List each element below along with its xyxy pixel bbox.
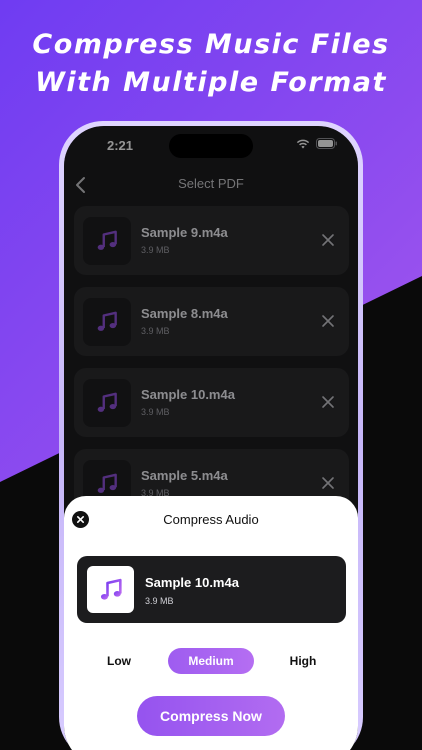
selected-file-size: 3.9 MB (145, 596, 174, 606)
music-note-icon (100, 578, 122, 600)
quality-option-low[interactable]: Low (94, 648, 144, 674)
compress-now-button[interactable]: Compress Now (137, 696, 285, 736)
compress-audio-sheet: Compress Audio Sample 10.m4a 3.9 MB Low … (64, 496, 358, 750)
quality-selector: Low Medium High (64, 648, 358, 674)
headline-line-1: Compress Music Files (32, 29, 390, 60)
headline-line-2: With Multiple Format (35, 67, 387, 98)
phone-screen: 2:21 Select PDF Sample 9.m4a 3.9 MB Samp… (64, 126, 358, 750)
quality-option-medium[interactable]: Medium (168, 648, 254, 674)
sheet-title: Compress Audio (163, 512, 259, 527)
selected-file-thumbnail (87, 566, 134, 613)
selected-file-name: Sample 10.m4a (145, 575, 239, 590)
selected-file-card: Sample 10.m4a 3.9 MB (77, 556, 346, 623)
quality-option-high[interactable]: High (278, 648, 328, 674)
promo-headline: Compress Music Files With Multiple Forma… (0, 26, 422, 102)
